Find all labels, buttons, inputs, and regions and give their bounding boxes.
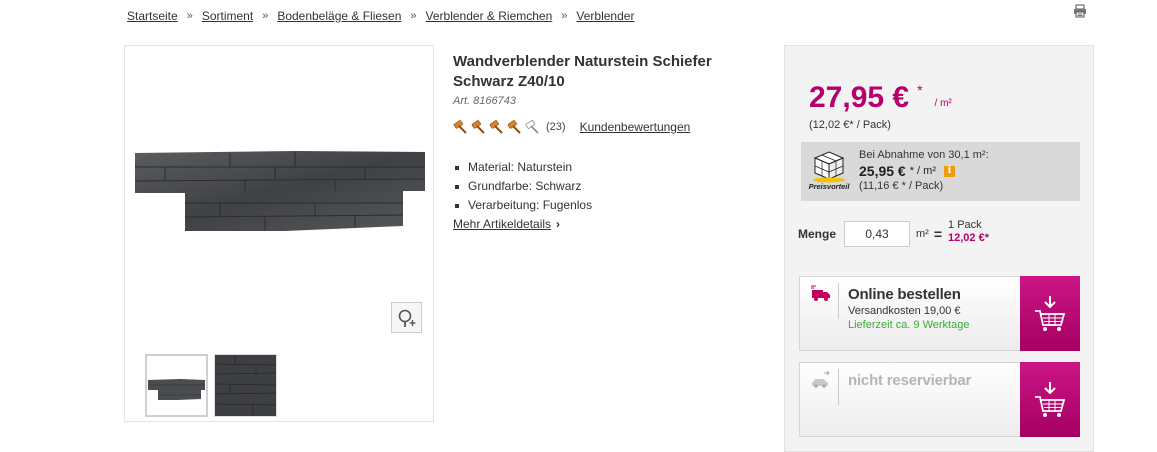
- thumbnail-2[interactable]: [214, 354, 277, 417]
- main-price: 27,95 €: [809, 81, 910, 114]
- cart-add-icon: [1035, 381, 1066, 417]
- hammer-icon-filled: [471, 120, 485, 134]
- price-unit: / m²: [934, 98, 952, 109]
- order-online-box[interactable]: Online bestellen Versandkosten 19,00 € L…: [799, 276, 1080, 351]
- bulk-price-unit: * / m²: [909, 165, 936, 177]
- bulk-price: 25,95 €: [859, 163, 906, 179]
- product-rating: (23) Kundenbewertungen: [453, 119, 763, 135]
- thumbnail-image: [148, 379, 205, 400]
- quantity-total: 12,02 €*: [948, 232, 989, 244]
- feature-item: Material: Naturstein: [453, 158, 763, 177]
- thumbnail-image: [214, 355, 277, 416]
- quantity-result: 1 Pack 12,02 €*: [948, 219, 989, 245]
- feature-item: Verarbeitung: Fugenlos: [453, 196, 763, 215]
- add-to-cart-button-store[interactable]: [1020, 362, 1080, 437]
- breadcrumb-separator: »: [410, 10, 417, 22]
- reviews-link[interactable]: Kundenbewertungen: [580, 120, 691, 134]
- bulk-condition: Bei Abnahme von 30,1 m²:: [859, 149, 989, 161]
- product-title: Wandverblender Naturstein Schiefer Schwa…: [453, 53, 712, 90]
- zoom-button[interactable]: [391, 302, 422, 333]
- hammer-icon-filled: [453, 120, 467, 134]
- breadcrumb-link-verblender-riemchen[interactable]: Verblender & Riemchen: [426, 9, 553, 23]
- quantity-unit: m²: [916, 228, 929, 240]
- delivery-truck-icon: [811, 285, 830, 301]
- chevron-right-icon: ›: [556, 217, 561, 231]
- breadcrumb-link-sortiment[interactable]: Sortiment: [202, 9, 253, 23]
- bulk-pack-price: (11,16 € * / Pack): [859, 180, 944, 192]
- breadcrumb-link-startseite[interactable]: Startseite: [127, 9, 178, 23]
- price-row: 27,95 € * / m²: [809, 82, 952, 114]
- more-details-link[interactable]: Mehr Artikeldetails ›: [453, 217, 560, 231]
- breadcrumb-separator: »: [262, 10, 269, 22]
- feature-list: Material: Naturstein Grundfarbe: Schwarz…: [453, 158, 763, 215]
- buy-box: 27,95 € * / m² (12,02 €* / Pack) Preisvo…: [784, 45, 1094, 452]
- price-asterisk: *: [917, 82, 923, 98]
- product-main-image[interactable]: [135, 151, 425, 233]
- divider: [838, 369, 839, 405]
- add-to-cart-button[interactable]: [1020, 276, 1080, 351]
- product-gallery: [124, 45, 434, 422]
- rating-hammers[interactable]: [453, 120, 543, 134]
- shipping-cost: Versandkosten 19,00 €: [848, 305, 961, 317]
- breadcrumb-separator: »: [186, 10, 193, 22]
- quantity-row: Menge m² = 1 Pack 12,02 €*: [798, 219, 989, 247]
- thumbnail-1[interactable]: [145, 354, 208, 417]
- pack-price: (12,02 €* / Pack): [809, 119, 891, 131]
- hammer-icon-filled: [489, 120, 503, 134]
- order-online-title: Online bestellen: [848, 286, 961, 303]
- product-info: Wandverblender Naturstein Schiefer Schwa…: [453, 52, 763, 231]
- reserve-status: nicht reservierbar: [848, 372, 972, 389]
- bulk-price-row: 25,95 € * / m² i: [859, 163, 989, 179]
- reserve-store-box: nicht reservierbar: [799, 362, 1080, 437]
- breadcrumb: Startseite » Sortiment » Bodenbeläge & F…: [127, 9, 634, 23]
- zoom-in-icon: [398, 309, 415, 327]
- print-icon[interactable]: [1073, 4, 1087, 18]
- quantity-packs: 1 Pack: [948, 219, 982, 231]
- more-details-label: Mehr Artikeldetails: [453, 217, 552, 231]
- quantity-equals: =: [933, 226, 943, 242]
- article-number: Art. 8166743: [453, 95, 516, 107]
- hammer-icon-empty: [525, 120, 539, 134]
- rating-count: (23): [546, 121, 566, 133]
- quantity-label: Menge: [798, 227, 837, 241]
- divider: [838, 283, 839, 319]
- breadcrumb-link-verblender[interactable]: Verblender: [576, 9, 634, 23]
- quantity-input[interactable]: [844, 221, 910, 247]
- breadcrumb-link-bodenbelaege[interactable]: Bodenbeläge & Fliesen: [277, 9, 401, 23]
- bulk-discount-box: Preisvorteil Bei Abnahme von 30,1 m²: 25…: [801, 142, 1080, 201]
- lead-time: Lieferzeit ca. 9 Werktage: [848, 319, 970, 331]
- feature-item: Grundfarbe: Schwarz: [453, 177, 763, 196]
- bulk-discount-text: Bei Abnahme von 30,1 m²: 25,95 € * / m² …: [859, 149, 989, 192]
- cart-add-icon: [1035, 295, 1066, 331]
- info-icon[interactable]: i: [944, 165, 955, 177]
- pickup-car-icon: [812, 370, 830, 388]
- breadcrumb-separator: »: [561, 10, 568, 22]
- bulk-badge-text: Preisvorteil: [809, 182, 851, 191]
- hammer-icon-filled: [507, 120, 521, 134]
- pallet-discount-icon: Preisvorteil: [809, 151, 851, 191]
